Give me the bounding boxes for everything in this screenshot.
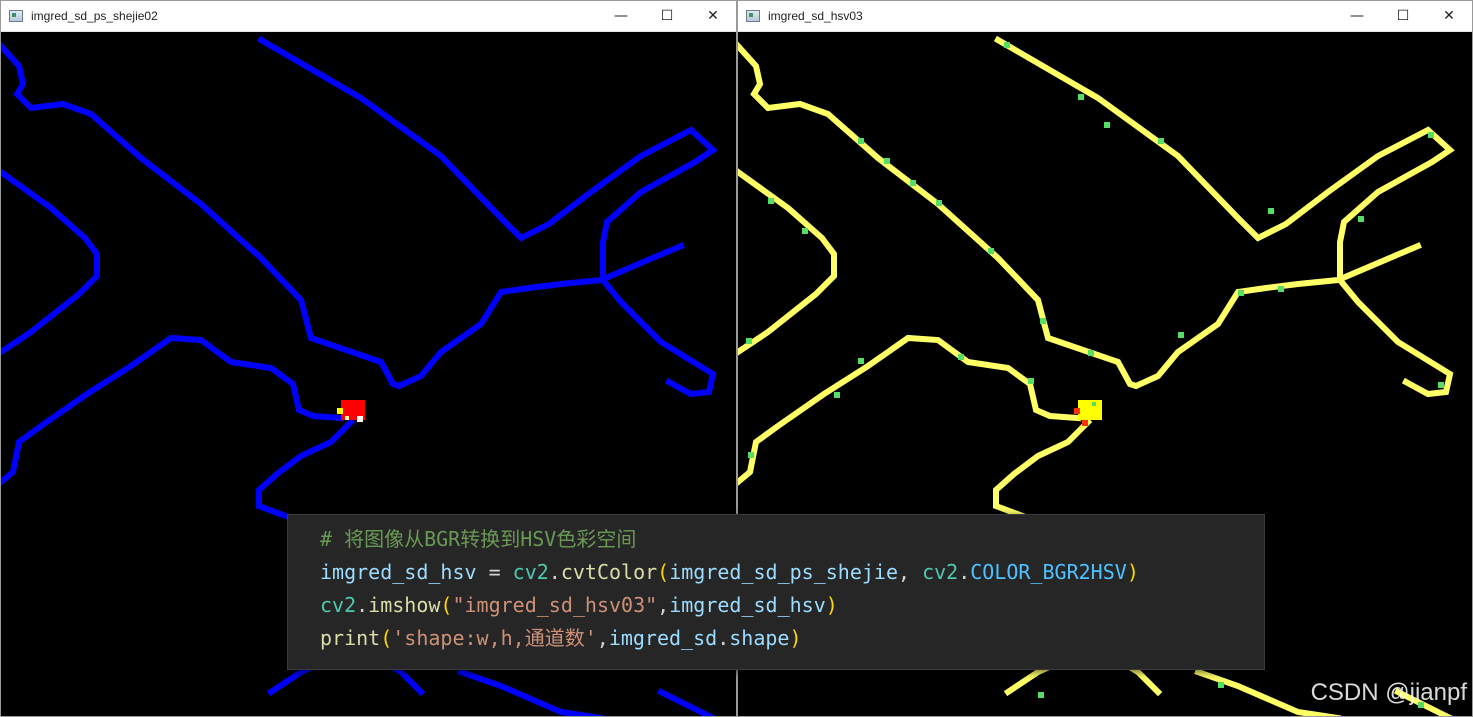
watermark: CSDN @jianpf [1310, 679, 1467, 706]
code-token: , [657, 593, 670, 617]
contour-left-1 [1, 41, 685, 390]
window-title-left: imgred_sd_ps_shejie02 [31, 9, 158, 23]
contour-right-4 [738, 334, 1082, 486]
app-icon [9, 10, 23, 22]
contour-left-7 [457, 668, 605, 716]
close-icon[interactable]: ✕ [1426, 1, 1472, 32]
titlebar-right[interactable]: imgred_sd_hsv03 — ☐ ✕ [738, 1, 1472, 32]
code-token: imgred_sd_hsv [669, 593, 826, 617]
code-token: imgred_sd_ps_shejie [669, 560, 898, 584]
code-token: = [476, 560, 513, 584]
code-snippet-panel: # 将图像从BGR转换到HSV色彩空间 imgred_sd_hsv = cv2.… [287, 514, 1265, 670]
maximize-icon[interactable]: ☐ [1380, 1, 1426, 32]
close-icon[interactable]: ✕ [690, 1, 736, 32]
code-token: cv2 [320, 593, 357, 617]
code-token: , [596, 626, 609, 650]
code-line-2: imgred_sd_hsv = cv2.cvtColor(imgred_sd_p… [320, 556, 1264, 589]
code-line-4: print('shape:w,h,通道数',imgred_sd.shape) [320, 622, 1264, 655]
code-token: , [898, 560, 923, 584]
code-token: imgred_sd [608, 626, 718, 650]
contour-right-3 [738, 168, 837, 356]
code-token: . [548, 560, 561, 584]
code-token: imgred_sd_hsv [320, 560, 477, 584]
code-token: ( [657, 560, 670, 584]
code-token: . [958, 560, 971, 584]
window-title-right: imgred_sd_hsv03 [768, 9, 863, 23]
minimize-icon[interactable]: — [598, 1, 644, 32]
code-token: ) [789, 626, 802, 650]
window-controls-left: — ☐ ✕ [598, 1, 736, 32]
code-token: cv2 [512, 560, 549, 584]
code-token: ) [1126, 560, 1139, 584]
minimize-icon[interactable]: — [1334, 1, 1380, 32]
contour-left-5 [256, 417, 356, 522]
code-token: 'shape:w,h,通道数' [392, 626, 597, 650]
code-token: cvtColor [560, 560, 658, 584]
window-controls-right: — ☐ ✕ [1334, 1, 1472, 32]
code-token: print [320, 626, 381, 650]
code-token: shape [729, 626, 790, 650]
code-token: ( [380, 626, 393, 650]
code-token: COLOR_BGR2HSV [970, 560, 1127, 584]
marker-left [337, 400, 365, 422]
contour-left-3 [1, 168, 100, 356]
code-comment: # 将图像从BGR转换到HSV色彩空间 [320, 527, 637, 551]
code-token: imshow [368, 593, 441, 617]
code-token: . [356, 593, 369, 617]
maximize-icon[interactable]: ☐ [644, 1, 690, 32]
app-icon [746, 10, 760, 22]
code-token: "imgred_sd_hsv03" [452, 593, 658, 617]
contour-left-2 [256, 35, 718, 398]
titlebar-left[interactable]: imgred_sd_ps_shejie02 — ☐ ✕ [1, 1, 736, 32]
code-line-comment: # 将图像从BGR转换到HSV色彩空间 [320, 523, 1264, 556]
contour-left-4 [1, 334, 345, 486]
contour-left-8 [656, 687, 716, 716]
marker-right [1074, 400, 1102, 426]
contour-right-2 [993, 35, 1455, 398]
code-line-3: cv2.imshow("imgred_sd_hsv03",imgred_sd_h… [320, 589, 1264, 622]
code-token: cv2 [922, 560, 959, 584]
contour-right-5 [993, 417, 1093, 522]
code-token: . [717, 626, 730, 650]
code-token: ) [825, 593, 838, 617]
code-token: ( [440, 593, 453, 617]
